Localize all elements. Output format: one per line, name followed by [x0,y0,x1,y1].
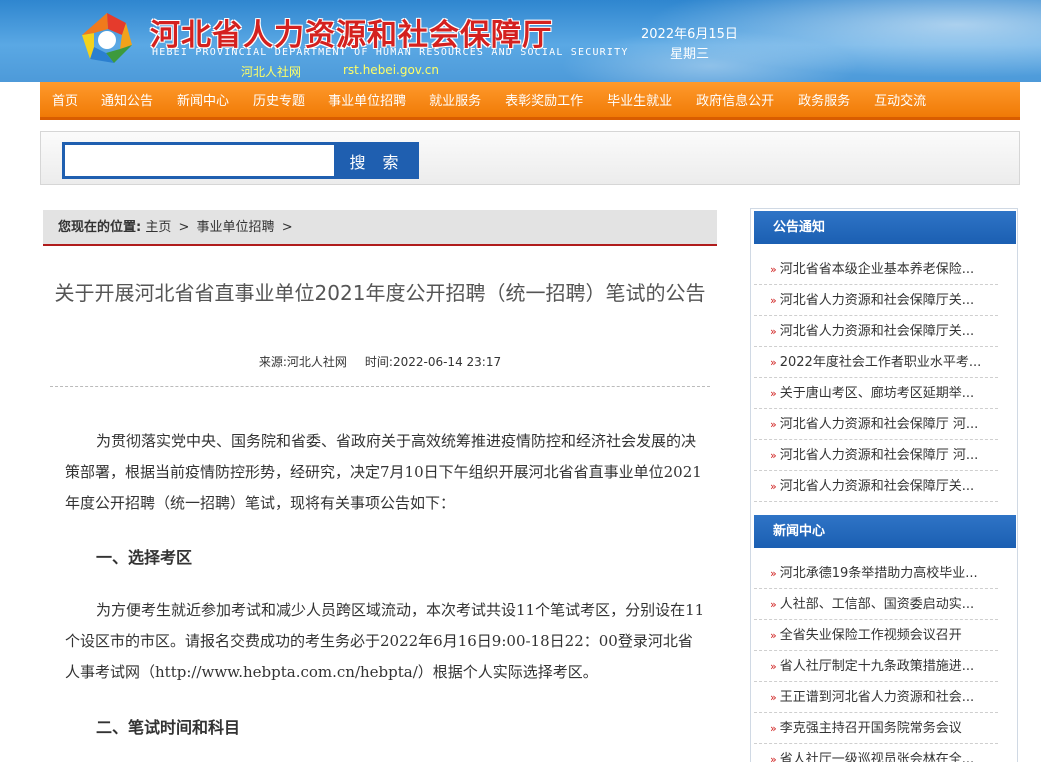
news-list-item[interactable]: » 全省失业保险工作视频会议召开 [754,620,998,651]
site-short-name: 河北人社网 [241,65,302,79]
notices-list: » 河北省省本级企业基本养老保险... » 河北省人力资源和社会保障厅关... » 河… [754,254,1016,502]
search-input[interactable] [62,142,337,179]
article-source: 来源:河北人社网 [258,355,347,369]
news-list-item[interactable]: » 李克强主持召开国务院常务会议 [754,713,998,744]
header-weekday: 星期三 [670,47,710,62]
notice-list-item[interactable]: » 河北省人力资源和社会保障厅关... [754,285,998,316]
site-url: rst.hebei.gov.cn [343,63,439,77]
bullet-icon: » [770,294,777,307]
news-panel-title[interactable]: 新闻中心 [754,515,1016,548]
news-list-item[interactable]: » 河北承德19条举措助力高校毕业... [754,558,998,589]
main-nav: 首页 通知公告 新闻中心 历史专题 事业单位招聘 就业服务 表彰奖励工作 毕业生… [40,82,1020,120]
article-paragraph: 为方便考生就近参加考试和减少人员跨区域流动，本次考试共设11个笔试考区，分别设在… [65,601,705,681]
bullet-icon: » [770,660,777,673]
bullet-icon: » [770,387,777,400]
article-section-heading: 二、笔试时间和科目 [96,718,241,737]
news-list-item[interactable]: » 王正谱到河北省人力资源和社会... [754,682,998,713]
nav-item-employment[interactable]: 就业服务 [429,90,481,109]
search-bar: 搜 索 [40,131,1020,185]
nav-item-news[interactable]: 新闻中心 [177,90,229,109]
bullet-icon: » [770,753,777,762]
article-time: 时间:2022-06-14 23:17 [364,355,502,369]
bullet-icon: » [770,325,777,338]
bullet-icon: » [770,263,777,276]
bullet-icon: » [770,691,777,704]
nav-item-interaction[interactable]: 互动交流 [874,90,926,109]
notice-list-item[interactable]: » 河北省省本级企业基本养老保险... [754,254,998,285]
bullet-icon: » [770,449,777,462]
bullet-icon: » [770,598,777,611]
bullet-icon: » [770,418,777,431]
site-subtitle: HEBEI PROVINCIAL DEPARTMENT OF HUMAN RES… [152,47,629,58]
nav-item-notices[interactable]: 通知公告 [101,90,153,109]
site-header: 河北省人力资源和社会保障厅 HEBEI PROVINCIAL DEPARTMEN… [0,0,1041,82]
nav-item-home[interactable]: 首页 [52,90,78,109]
news-list: » 河北承德19条举措助力高校毕业... » 人社部、工信部、国资委启动实... »… [754,558,1016,762]
notice-list-item[interactable]: » 河北省人力资源和社会保障厅 河... [754,409,998,440]
nav-item-gov-info[interactable]: 政府信息公开 [696,90,774,109]
breadcrumb-label: 您现在的位置: [58,220,142,235]
news-list-item[interactable]: » 省人社厅一级巡视员张会林在全... [754,744,998,762]
notices-panel-title[interactable]: 公告通知 [754,211,1016,244]
bullet-icon: » [770,722,777,735]
article-divider [50,386,710,387]
notice-list-item[interactable]: » 河北省人力资源和社会保障厅关... [754,316,998,347]
sidebar: 公告通知 » 河北省省本级企业基本养老保险... » 河北省人力资源和社会保障厅关.… [750,208,1018,762]
notice-list-item[interactable]: » 关于唐山考区、廊坊考区延期举... [754,378,998,409]
article-meta: 来源:河北人社网 时间:2022-06-14 23:17 [45,353,715,370]
notice-list-item[interactable]: » 河北省人力资源和社会保障厅关... [754,471,998,502]
notice-list-item[interactable]: » 2022年度社会工作者职业水平考... [754,347,998,378]
nav-item-graduates[interactable]: 毕业生就业 [607,90,672,109]
nav-item-recruitment[interactable]: 事业单位招聘 [328,90,406,109]
article-paragraph: 为贯彻落实党中央、国务院和省委、省政府关于高效统筹推进疫情防控和经济社会发展的决… [65,432,702,512]
article-title: 关于开展河北省省直事业单位2021年度公开招聘（统一招聘）笔试的公告 [54,281,706,305]
news-list-item[interactable]: » 省人社厅制定十九条政策措施进... [754,651,998,682]
header-date: 2022年6月15日 [641,27,738,42]
breadcrumb-home-link[interactable]: 主页 [145,220,171,235]
news-list-item[interactable]: » 人社部、工信部、国资委启动实... [754,589,998,620]
nav-item-awards[interactable]: 表彰奖励工作 [505,90,583,109]
search-button[interactable]: 搜 索 [335,142,419,179]
notice-list-item[interactable]: » 河北省人力资源和社会保障厅 河... [754,440,998,471]
nav-item-history[interactable]: 历史专题 [253,90,305,109]
site-logo-icon[interactable] [78,9,136,67]
nav-item-services[interactable]: 政务服务 [798,90,850,109]
breadcrumb-separator: > [281,220,293,235]
breadcrumb-recruitment-link[interactable]: 事业单位招聘 [197,220,275,235]
bullet-icon: » [770,629,777,642]
bullet-icon: » [770,480,777,493]
bullet-icon: » [770,567,777,580]
article-section-heading: 一、选择考区 [96,548,193,567]
breadcrumb: 您现在的位置: 主页 > 事业单位招聘 > [43,210,717,246]
bullet-icon: » [770,356,777,369]
breadcrumb-separator: > [178,220,190,235]
